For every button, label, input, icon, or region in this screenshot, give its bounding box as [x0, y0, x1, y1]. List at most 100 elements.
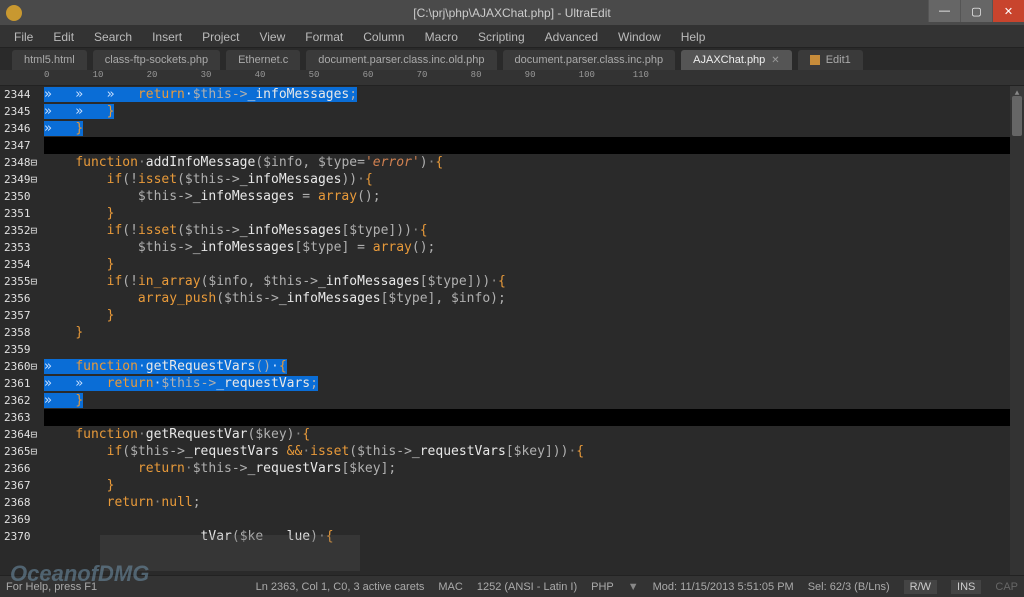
menu-window[interactable]: Window [608, 28, 671, 46]
tab-document-parser-class-inc-php[interactable]: document.parser.class.inc.php [503, 50, 676, 70]
line-number: 2350 [4, 188, 44, 205]
tab-document-parser-class-inc-old-php[interactable]: document.parser.class.inc.old.php [306, 50, 496, 70]
line-number: 2360⊟ [4, 358, 44, 375]
code-line[interactable]: » } [44, 120, 1024, 137]
close-icon[interactable]: ✕ [771, 55, 779, 66]
menu-format[interactable]: Format [295, 28, 353, 46]
status-language[interactable]: PHP [591, 581, 614, 593]
statusbar: For Help, press F1 Ln 2363, Col 1, C0, 3… [0, 575, 1024, 597]
tab-ethernet-c[interactable]: Ethernet.c [226, 50, 300, 70]
minimize-button[interactable]: — [928, 0, 960, 22]
status-modified: Mod: 11/15/2013 5:51:05 PM [653, 581, 794, 593]
menu-help[interactable]: Help [671, 28, 716, 46]
code-line[interactable]: tVar($ke lue)·{ [44, 528, 1024, 545]
line-number: 2344 [4, 86, 44, 103]
line-number: 2354 [4, 256, 44, 273]
menu-macro[interactable]: Macro [415, 28, 468, 46]
menu-insert[interactable]: Insert [142, 28, 192, 46]
code-line[interactable] [44, 409, 1024, 426]
code-line[interactable]: } [44, 477, 1024, 494]
code-line[interactable]: if(!isset($this->_infoMessages))·{ [44, 171, 1024, 188]
tab-ajaxchat-php[interactable]: AJAXChat.php ✕ [681, 50, 792, 70]
code-line[interactable]: } [44, 324, 1024, 341]
menu-column[interactable]: Column [353, 28, 414, 46]
close-button[interactable]: ✕ [992, 0, 1024, 22]
code-line[interactable]: » function·getRequestVars()·{ [44, 358, 1024, 375]
tab-label: AJAXChat.php [693, 54, 765, 66]
vertical-scrollbar[interactable]: ▲ [1010, 86, 1024, 575]
status-selection: Sel: 62/3 (B/Lns) [808, 581, 890, 593]
code-line[interactable]: array_push($this->_infoMessages[$type], … [44, 290, 1024, 307]
tab-edit1[interactable]: Edit1 [798, 50, 863, 70]
app-icon [6, 5, 22, 21]
status-lineending[interactable]: MAC [438, 581, 462, 593]
menu-file[interactable]: File [4, 28, 43, 46]
line-number: 2362 [4, 392, 44, 409]
ruler: 0 10 20 30 40 50 60 70 80 90 100 110 [0, 70, 1024, 86]
code-line[interactable]: if(!in_array($info, $this->_infoMessages… [44, 273, 1024, 290]
maximize-button[interactable]: ▢ [960, 0, 992, 22]
line-number: 2355⊟ [4, 273, 44, 290]
code-line[interactable]: } [44, 307, 1024, 324]
line-number-gutter: 23442345234623472348⊟2349⊟235023512352⊟2… [0, 86, 44, 575]
menu-search[interactable]: Search [84, 28, 142, 46]
status-rw[interactable]: R/W [904, 580, 937, 594]
tab-label: Ethernet.c [238, 54, 288, 66]
status-encoding[interactable]: 1252 (ANSI - Latin I) [477, 581, 577, 593]
code-line[interactable]: » » } [44, 103, 1024, 120]
code-line[interactable]: if(!isset($this->_infoMessages[$type]))·… [44, 222, 1024, 239]
menu-advanced[interactable]: Advanced [535, 28, 608, 46]
menu-scripting[interactable]: Scripting [468, 28, 535, 46]
code-area[interactable]: » » » return·$this->_infoMessages;» » }»… [44, 86, 1024, 575]
tab-class-ftp-sockets-php[interactable]: class-ftp-sockets.php [93, 50, 220, 70]
line-number: 2361 [4, 375, 44, 392]
code-line[interactable]: » » » return·$this->_infoMessages; [44, 86, 1024, 103]
window-controls: — ▢ ✕ [928, 0, 1024, 22]
status-capslock: CAP [995, 581, 1018, 593]
menu-edit[interactable]: Edit [43, 28, 84, 46]
line-number: 2369 [4, 511, 44, 528]
code-line[interactable]: function·addInfoMessage($info, $type='er… [44, 154, 1024, 171]
code-line[interactable]: » } [44, 392, 1024, 409]
titlebar: [C:\prj\php\AJAXChat.php] - UltraEdit — … [0, 0, 1024, 26]
tab-html5-html[interactable]: html5.html [12, 50, 87, 70]
tabbar: html5.html class-ftp-sockets.php Ethernet.… [0, 48, 1024, 70]
ruler-marks: 0 10 20 30 40 50 60 70 80 90 100 110 [44, 70, 649, 80]
line-number: 2345 [4, 103, 44, 120]
menubar: FileEditSearchInsertProjectViewFormatCol… [0, 26, 1024, 48]
line-number: 2368 [4, 494, 44, 511]
status-position: Ln 2363, Col 1, C0, 3 active carets [256, 581, 425, 593]
tab-label: document.parser.class.inc.old.php [318, 54, 484, 66]
line-number: 2352⊟ [4, 222, 44, 239]
file-icon [810, 55, 820, 65]
window-title: [C:\prj\php\AJAXChat.php] - UltraEdit [413, 6, 610, 20]
scroll-thumb[interactable] [1012, 96, 1022, 136]
status-insert[interactable]: INS [951, 580, 981, 594]
line-number: 2346 [4, 120, 44, 137]
code-line[interactable]: $this->_infoMessages[$type] = array(); [44, 239, 1024, 256]
editor[interactable]: 23442345234623472348⊟2349⊟235023512352⊟2… [0, 86, 1024, 575]
code-line[interactable]: return·null; [44, 494, 1024, 511]
line-number: 2353 [4, 239, 44, 256]
tab-label: document.parser.class.inc.php [515, 54, 664, 66]
code-line[interactable]: return·$this->_requestVars[$key]; [44, 460, 1024, 477]
line-number: 2351 [4, 205, 44, 222]
menu-project[interactable]: Project [192, 28, 249, 46]
code-line[interactable] [44, 511, 1024, 528]
line-number: 2365⊟ [4, 443, 44, 460]
code-line[interactable] [44, 341, 1024, 358]
line-number: 2349⊟ [4, 171, 44, 188]
line-number: 2367 [4, 477, 44, 494]
code-line[interactable] [44, 137, 1024, 154]
code-line[interactable]: $this->_infoMessages = array(); [44, 188, 1024, 205]
line-number: 2356 [4, 290, 44, 307]
code-line[interactable]: } [44, 205, 1024, 222]
code-line[interactable]: } [44, 256, 1024, 273]
tab-label: Edit1 [826, 54, 851, 66]
menu-view[interactable]: View [249, 28, 295, 46]
code-line[interactable]: if($this->_requestVars &&·isset($this->_… [44, 443, 1024, 460]
line-number: 2363 [4, 409, 44, 426]
code-line[interactable]: function·getRequestVar($key)·{ [44, 426, 1024, 443]
line-number: 2364⊟ [4, 426, 44, 443]
code-line[interactable]: » » return·$this->_requestVars; [44, 375, 1024, 392]
